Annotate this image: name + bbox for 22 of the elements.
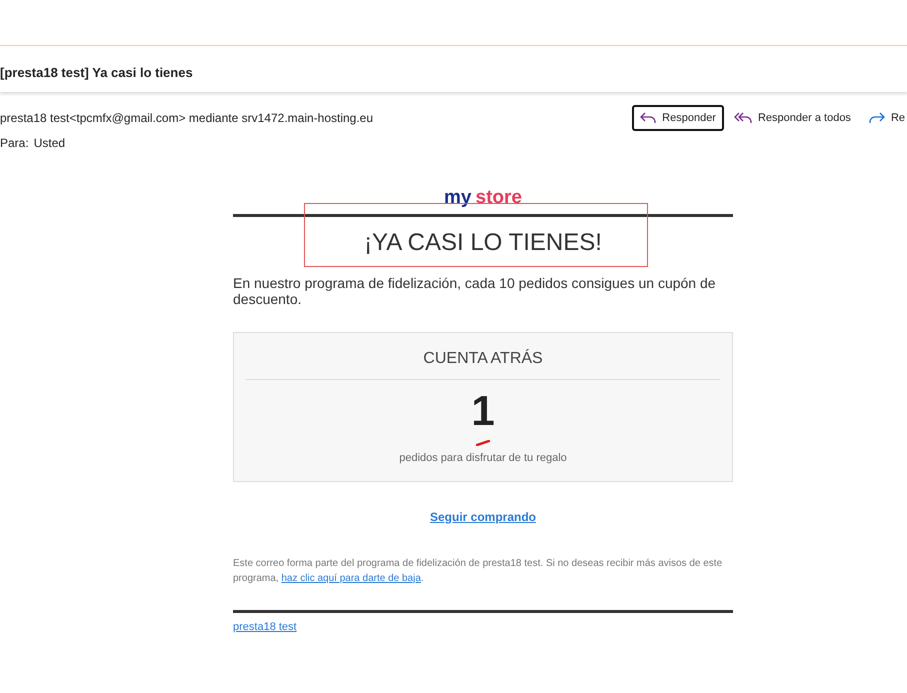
countdown-title: CUENTA ATRÁS xyxy=(423,348,543,369)
email-heading: ¡YA CASI LO TIENES! xyxy=(364,228,602,258)
signature-link[interactable]: presta18 test xyxy=(233,618,297,635)
forward-button[interactable]: Re xyxy=(860,105,907,131)
countdown-caption: pedidos para disfrutar de tu regalo xyxy=(399,451,567,466)
recipient-value: Usted xyxy=(34,135,66,152)
email-subject: [presta18 test] Ya casi lo tienes xyxy=(0,64,193,82)
reply-all-icon xyxy=(734,112,752,124)
unsubscribe-link[interactable]: haz clic aquí para darte de baja xyxy=(281,572,421,584)
pen-stroke-mark xyxy=(476,440,490,446)
reply-button[interactable]: Responder xyxy=(632,105,724,131)
intro-text: En nuestro programa de fidelización, cada 10 pedidos consigues un cupón de descuento. xyxy=(233,275,717,307)
reply-icon xyxy=(640,112,656,124)
reply-all-button[interactable]: Responder a todos xyxy=(726,105,859,131)
countdown-number: 1 xyxy=(471,390,495,432)
continue-shopping-link[interactable]: Seguir comprando xyxy=(430,508,536,526)
recipient-label: Para: xyxy=(0,135,29,152)
forward-icon xyxy=(868,112,885,124)
footer-text: Este correo forma parte del programa de fidelización de presta18 test. Si no deseas recibir más avisos de este programa, haz clic aquí para darte de baja. xyxy=(233,556,724,586)
sender-line: presta18 test<tpcmfx@gmail.com> mediante srv1472.main-hosting.eu xyxy=(0,110,374,127)
store-logo-text: store xyxy=(476,188,522,210)
store-logo-text: my xyxy=(444,188,472,210)
